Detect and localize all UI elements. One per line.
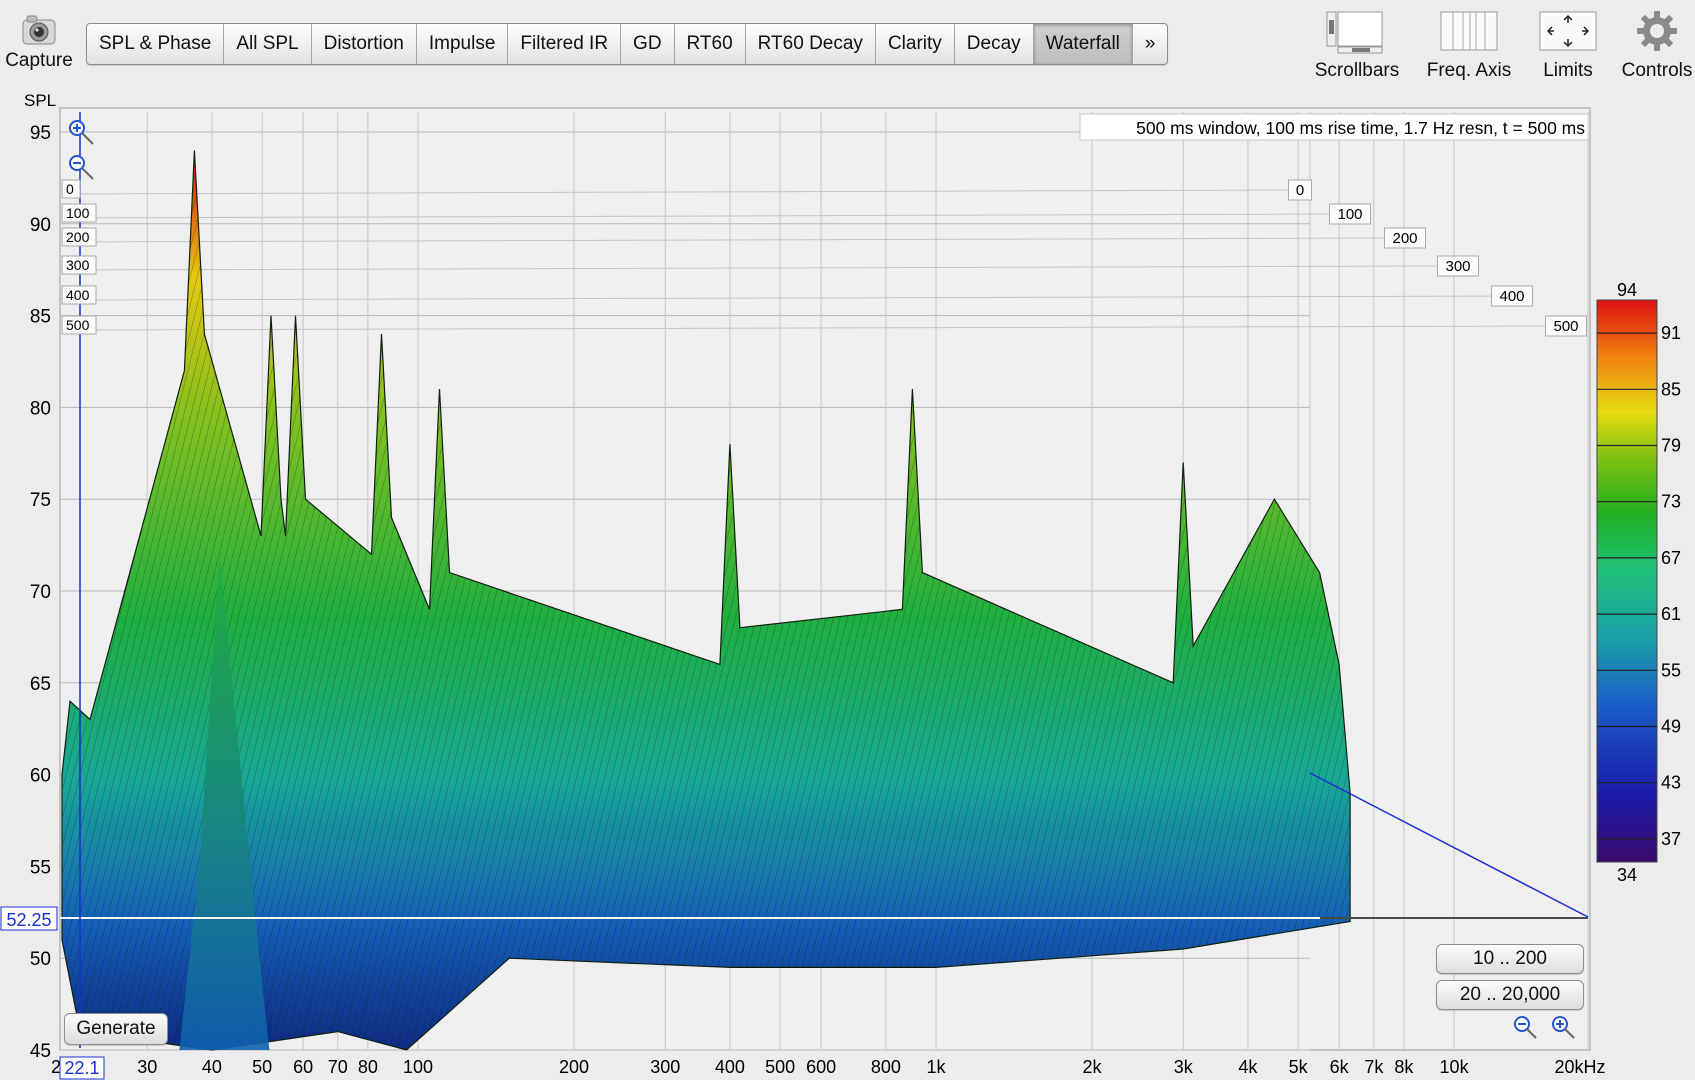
y-tick-label: 65 [30, 674, 51, 695]
gear-icon [1634, 8, 1680, 54]
colorbar-tick-label: 61 [1661, 604, 1681, 624]
scrollbars-label: Scrollbars [1314, 60, 1400, 81]
limits-icon [1538, 8, 1598, 54]
time-tick-label: 300 [1445, 258, 1470, 275]
x-tick-label: 800 [871, 1057, 901, 1077]
x-tick-label: 20kHz [1554, 1057, 1605, 1077]
y-axis-title: SPL [24, 91, 56, 110]
y-tick-label: 95 [30, 123, 51, 144]
y-tick-label: 50 [30, 949, 51, 970]
x-tick-label: 5k [1289, 1057, 1309, 1077]
time-tick-label: 400 [66, 287, 90, 303]
waterfall-chart[interactable]: SPL 95 90 85 80 75 70 65 60 55 50 45 30 40 50 60 70 80 1… [0, 88, 1695, 1080]
tab-gd[interactable]: GD [621, 24, 675, 64]
x-tick-label: 6k [1330, 1057, 1350, 1077]
colorbar-tick-label: 91 [1661, 323, 1681, 343]
camera-icon [21, 12, 57, 48]
generate-button[interactable]: Generate [64, 1013, 168, 1045]
tab-impulse[interactable]: Impulse [417, 24, 509, 64]
x-tick-label: 7k [1364, 1057, 1384, 1077]
time-tick-label: 200 [66, 229, 90, 245]
x-tick-label: 1k [927, 1057, 947, 1077]
tab-more-button[interactable]: » [1133, 24, 1168, 64]
colorbar-tick-label: 49 [1661, 717, 1681, 737]
limits-button[interactable]: Limits [1528, 8, 1608, 82]
colorbar-min: 34 [1617, 865, 1637, 885]
tab-spl-phase[interactable]: SPL & Phase [87, 24, 225, 64]
limits-label: Limits [1543, 60, 1593, 81]
y-tick-label: 80 [30, 398, 51, 419]
colorbar-max: 94 [1617, 280, 1637, 300]
freq-axis-icon [1439, 8, 1499, 54]
x-tick-label: 600 [806, 1057, 836, 1077]
toolbar: Capture SPL & Phase All SPL Distortion I… [0, 0, 1695, 90]
y-tick-label: 70 [30, 582, 51, 603]
time-tick-label: 200 [1392, 230, 1417, 247]
x-tick-label: 300 [650, 1057, 680, 1077]
colorbar-tick-label: 85 [1661, 379, 1681, 399]
range-20-20000-button[interactable]: 20 .. 20,000 [1436, 980, 1584, 1010]
x-tick-label: 400 [715, 1057, 745, 1077]
graph-tabs: SPL & Phase All SPL Distortion Impulse F… [86, 23, 1169, 65]
x-tick-label: 200 [559, 1057, 589, 1077]
capture-label: Capture [5, 50, 73, 71]
tab-clarity[interactable]: Clarity [876, 24, 955, 64]
scrollbars-button[interactable]: Scrollbars [1312, 8, 1402, 82]
time-tick-label: 100 [66, 205, 90, 221]
colorbar-ticks: 91 85 79 73 67 61 55 49 43 37 [1661, 323, 1681, 849]
time-tick-label: 500 [66, 317, 90, 333]
colorbar-tick-label: 55 [1661, 660, 1681, 680]
tab-rt60[interactable]: RT60 [675, 24, 746, 64]
tab-distortion[interactable]: Distortion [312, 24, 417, 64]
scrollbars-icon [1326, 8, 1388, 54]
tab-rt60-decay[interactable]: RT60 Decay [746, 24, 876, 64]
colorbar [1596, 299, 1658, 863]
x-tick-label: 40 [202, 1057, 222, 1077]
x-tick-label: 10k [1440, 1057, 1470, 1077]
y-tick-label: 55 [30, 857, 51, 878]
cursor-freq-value: 22.1 [64, 1058, 99, 1078]
time-tick-label: 300 [66, 257, 90, 273]
tab-filtered-ir[interactable]: Filtered IR [508, 24, 622, 64]
y-tick-label: 75 [30, 490, 51, 511]
x-tick-label: 2k [1082, 1057, 1102, 1077]
x-tick-label: 8k [1394, 1057, 1414, 1077]
colorbar-tick-label: 37 [1661, 829, 1681, 849]
y-tick-label: 85 [30, 307, 51, 328]
info-banner: 500 ms window, 100 ms rise time, 1.7 Hz … [1136, 118, 1585, 138]
colorbar-tick-label: 79 [1661, 436, 1681, 456]
range-10-200-button[interactable]: 10 .. 200 [1436, 944, 1584, 974]
controls-button[interactable]: Controls [1618, 8, 1695, 82]
cursor-spl-value: 52.25 [6, 910, 51, 930]
tab-decay[interactable]: Decay [955, 24, 1034, 64]
x-tick-label: 100 [403, 1057, 433, 1077]
time-tick-label: 0 [1296, 182, 1304, 199]
tab-all-spl[interactable]: All SPL [224, 24, 312, 64]
x-tick-label: 30 [137, 1057, 157, 1077]
x-tick-label: 500 [765, 1057, 795, 1077]
time-tick-label: 400 [1499, 288, 1524, 305]
time-tick-label: 0 [66, 181, 74, 197]
time-tick-label: 500 [1553, 318, 1578, 335]
capture-button[interactable]: Capture [4, 8, 74, 72]
x-axis-ticks: 30 40 50 60 70 80 100 200 300 400 500 600 800 1k 2k 3k 4… [137, 1057, 1605, 1077]
colorbar-tick-label: 73 [1661, 492, 1681, 512]
x-tick-label: 70 [328, 1057, 348, 1077]
x-tick-label: 3k [1174, 1057, 1194, 1077]
tab-waterfall[interactable]: Waterfall [1033, 24, 1133, 64]
colorbar-tick-label: 67 [1661, 548, 1681, 568]
freq-axis-button[interactable]: Freq. Axis [1424, 8, 1514, 82]
freq-axis-label: Freq. Axis [1426, 60, 1512, 81]
x-tick-label: 60 [293, 1057, 313, 1077]
y-tick-label: 60 [30, 766, 51, 787]
controls-label: Controls [1621, 60, 1693, 81]
x-tick-label: 4k [1238, 1057, 1258, 1077]
x-tick-label: 80 [358, 1057, 378, 1077]
y-tick-label: 45 [30, 1041, 51, 1062]
x-tick-label: 50 [252, 1057, 272, 1077]
time-tick-label: 100 [1337, 206, 1362, 223]
y-tick-label: 90 [30, 215, 51, 236]
colorbar-tick-label: 43 [1661, 773, 1681, 793]
